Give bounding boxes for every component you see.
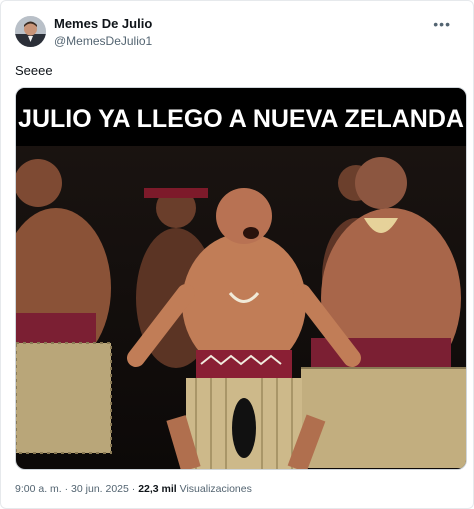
meta-separator: ·: [61, 483, 72, 495]
tweet-media[interactable]: JULIO YA LLEGO A NUEVA ZELANDA: [15, 87, 467, 470]
views-label: Visualizaciones: [179, 483, 252, 495]
meta-separator: ·: [128, 483, 139, 495]
meme-image: JULIO YA LLEGO A NUEVA ZELANDA: [16, 88, 466, 469]
author-handle[interactable]: @MemesDeJulio1: [54, 33, 152, 49]
tweet-text: Seeee: [15, 63, 53, 78]
avatar[interactable]: [15, 16, 46, 47]
author-name[interactable]: Memes De Julio: [54, 16, 152, 32]
more-options-icon[interactable]: •••: [433, 16, 451, 32]
meme-caption: JULIO YA LLEGO A NUEVA ZELANDA: [18, 105, 464, 133]
user-info: Memes De Julio @MemesDeJulio1: [54, 16, 152, 49]
tweet-card: Memes De Julio @MemesDeJulio1 ••• Seeee: [0, 0, 474, 509]
tweet-date[interactable]: 30 jun. 2025: [71, 483, 129, 495]
avatar-image: [15, 16, 46, 47]
tweet-meta: 9:00 a. m. · 30 jun. 2025 · 22,3 mil Vis…: [15, 482, 252, 496]
views-count: 22,3 mil: [138, 483, 177, 495]
tweet-time[interactable]: 9:00 a. m.: [15, 483, 62, 495]
